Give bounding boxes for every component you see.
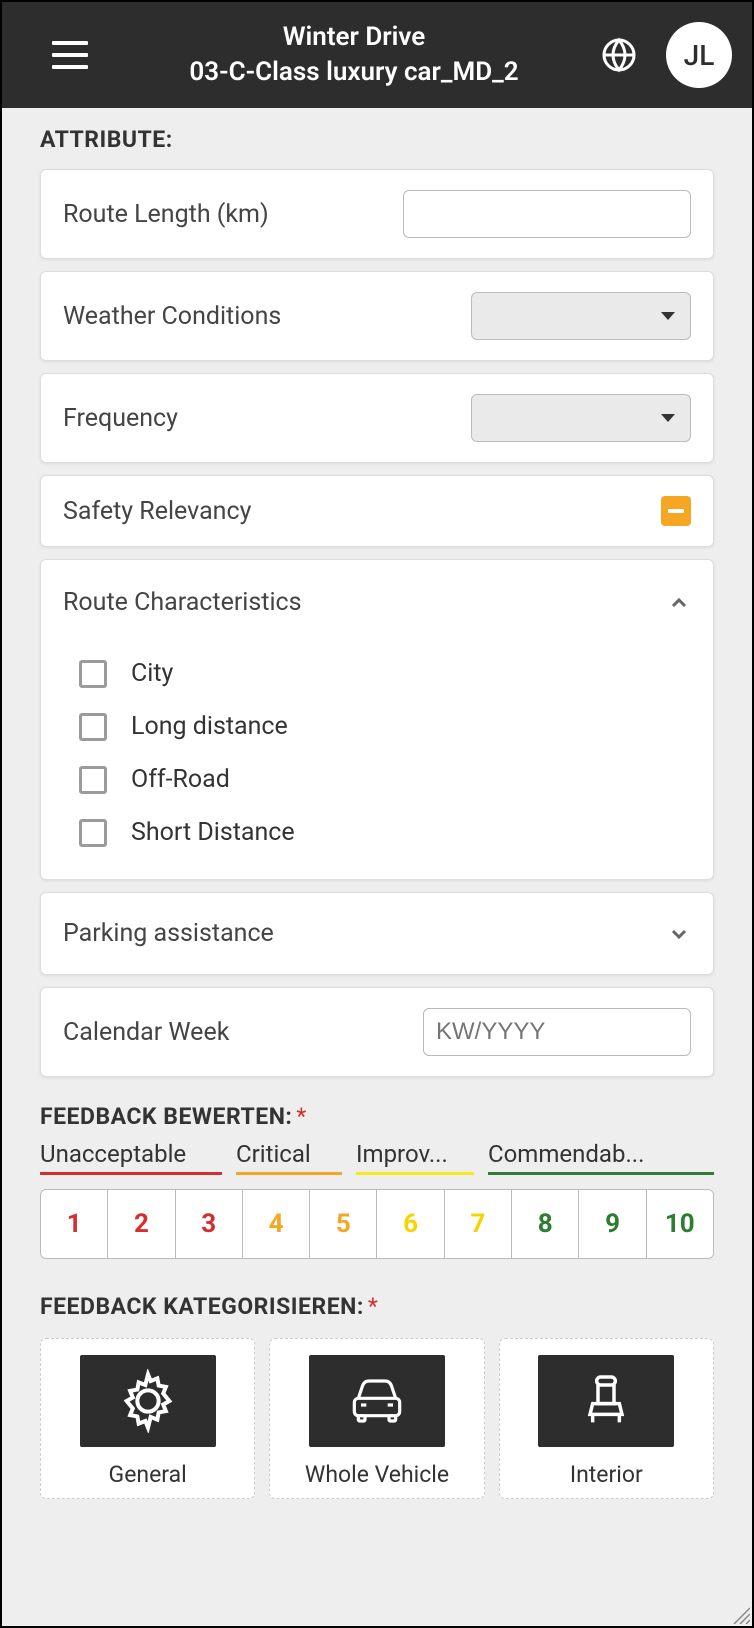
globe-icon[interactable] (600, 36, 638, 74)
required-indicator: * (296, 1103, 306, 1130)
rating-4[interactable]: 4 (243, 1190, 310, 1258)
calendar-week-input[interactable] (423, 1008, 691, 1056)
required-indicator: * (368, 1293, 378, 1320)
route-option-short-distance[interactable]: Short Distance (79, 818, 691, 847)
route-checklist: City Long distance Off-Road Short Distan… (63, 659, 691, 847)
chevron-down-icon (667, 922, 691, 946)
route-length-label: Route Length (km) (63, 200, 269, 229)
car-front-icon (309, 1355, 445, 1447)
route-option-off-road[interactable]: Off-Road (79, 765, 691, 794)
calendar-week-label: Calendar Week (63, 1018, 229, 1047)
parking-assistance-toggle[interactable]: Parking assistance (40, 892, 714, 975)
category-section-label: FEEDBACK KATEGORISIEREN: (40, 1293, 364, 1320)
frequency-card: Frequency (40, 373, 714, 463)
gear-icon (80, 1355, 216, 1447)
checkbox[interactable] (79, 766, 107, 794)
checkbox[interactable] (79, 819, 107, 847)
rating-labels-row: Unacceptable Critical Improv... Commenda… (40, 1140, 714, 1175)
frequency-select[interactable] (471, 394, 691, 442)
attribute-section-label: ATTRIBUTE: (40, 126, 714, 153)
frequency-label: Frequency (63, 404, 178, 433)
rating-8[interactable]: 8 (512, 1190, 579, 1258)
route-characteristics-card: Route Characteristics City Long distance… (40, 559, 714, 880)
menu-icon[interactable] (52, 41, 88, 69)
safety-card: Safety Relevancy (40, 475, 714, 547)
safety-label: Safety Relevancy (63, 497, 251, 526)
category-general[interactable]: General (40, 1338, 255, 1499)
chevron-up-icon (667, 591, 691, 615)
checkbox[interactable] (79, 660, 107, 688)
checkbox[interactable] (79, 713, 107, 741)
rating-label-commendable: Commendab... (488, 1140, 714, 1175)
category-interior[interactable]: Interior (499, 1338, 714, 1499)
route-characteristics-toggle[interactable]: Route Characteristics (63, 588, 691, 617)
safety-checkbox-indeterminate[interactable] (661, 496, 691, 526)
weather-card: Weather Conditions (40, 271, 714, 361)
rating-label-critical: Critical (236, 1140, 342, 1175)
rating-section-label: FEEDBACK BEWERTEN: (40, 1103, 292, 1130)
category-whole-vehicle[interactable]: Whole Vehicle (269, 1338, 484, 1499)
rating-5[interactable]: 5 (310, 1190, 377, 1258)
rating-grid: 1 2 3 4 5 6 7 8 9 10 (40, 1189, 714, 1259)
route-option-long-distance[interactable]: Long distance (79, 712, 691, 741)
rating-1[interactable]: 1 (41, 1190, 108, 1258)
weather-select[interactable] (471, 292, 691, 340)
calendar-week-card: Calendar Week (40, 987, 714, 1077)
route-length-card: Route Length (km) (40, 169, 714, 259)
route-length-input[interactable] (403, 190, 691, 238)
rating-10[interactable]: 10 (647, 1190, 713, 1258)
rating-9[interactable]: 9 (579, 1190, 646, 1258)
rating-7[interactable]: 7 (445, 1190, 512, 1258)
seat-icon (538, 1355, 674, 1447)
weather-label: Weather Conditions (63, 302, 281, 331)
avatar[interactable]: JL (666, 22, 732, 88)
app-header: Winter Drive 03-C-Class luxury car_MD_2 … (2, 2, 752, 108)
rating-2[interactable]: 2 (108, 1190, 175, 1258)
category-row: General Whole Vehicle (40, 1338, 714, 1499)
page-title: Winter Drive 03-C-Class luxury car_MD_2 (124, 20, 584, 90)
route-option-city[interactable]: City (79, 659, 691, 688)
rating-6[interactable]: 6 (377, 1190, 444, 1258)
rating-label-improv: Improv... (356, 1140, 474, 1175)
resize-handle-icon (730, 1604, 750, 1624)
rating-3[interactable]: 3 (176, 1190, 243, 1258)
rating-label-unacceptable: Unacceptable (40, 1140, 222, 1175)
